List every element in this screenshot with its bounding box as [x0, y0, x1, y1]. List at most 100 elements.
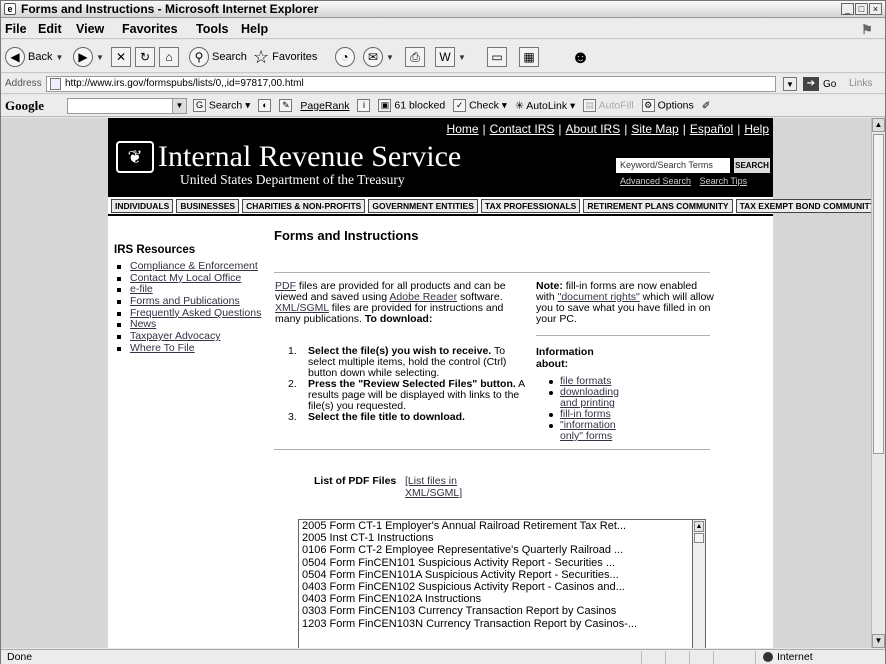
nav-government-entities[interactable]: GOVERNMENT ENTITIES [368, 199, 478, 213]
listbox-scrollbar[interactable]: ▲ [692, 519, 706, 648]
list-item[interactable]: 0106 Form CT-2 Employee Representative's… [299, 544, 692, 556]
nav-businesses[interactable]: BUSINESSES [176, 199, 240, 213]
keyword-search-input[interactable]: Keyword/Search Terms [616, 158, 730, 173]
favorites-button[interactable]: ☆ Favorites [253, 46, 317, 68]
google-toolbar: Google ▼ G Search ▾ ◐ ✎ PageRank i ▣ 61 … [1, 95, 885, 117]
google-logo[interactable]: Google [5, 98, 44, 114]
irs-banner: Home | Contact IRS | About IRS | Site Map | Espa… [108, 118, 773, 196]
popup-blocker[interactable]: ▣ 61 blocked [378, 99, 445, 112]
link-espanol[interactable]: Español [690, 122, 733, 136]
address-input[interactable]: http://www.irs.gov/formspubs/lists/0,,id… [46, 76, 776, 92]
menu-tools[interactable]: Tools [196, 22, 228, 36]
scroll-thumb[interactable] [873, 134, 884, 454]
go-button[interactable]: ➔ Go [803, 77, 836, 91]
dropdown-arrow-icon: ▼ [96, 52, 104, 62]
sidebar-link-faq[interactable]: Frequently Asked Questions [130, 307, 261, 319]
information-only-forms-link[interactable]: "information only" forms [560, 419, 616, 442]
messenger-button[interactable]: ☻ [571, 46, 590, 68]
link-home[interactable]: Home [447, 122, 479, 136]
sidebar-link-where-to-file[interactable]: Where To File [130, 342, 195, 354]
advanced-search-link[interactable]: Advanced Search [620, 176, 691, 186]
dropdown-arrow-icon[interactable]: ▼ [172, 99, 186, 113]
highlight-icon[interactable]: ✐ [702, 100, 711, 112]
sidebar-link-efile[interactable]: e-file [130, 283, 153, 296]
menu-view[interactable]: View [76, 22, 104, 36]
downloading-printing-link[interactable]: downloading and printing [560, 386, 619, 409]
window-title: Forms and Instructions - Microsoft Inter… [21, 2, 319, 16]
scroll-down-icon[interactable]: ▼ [872, 634, 885, 648]
scroll-up-icon[interactable]: ▲ [872, 118, 885, 132]
sidebar-link-compliance[interactable]: Compliance & Enforcement [130, 260, 258, 272]
maximize-button[interactable]: □ [855, 3, 868, 15]
research-button[interactable]: ▦ [519, 46, 539, 68]
list-item[interactable]: 2005 Form CT-1 Employer's Annual Railroa… [299, 520, 692, 532]
link-site-map[interactable]: Site Map [631, 122, 678, 136]
search-button[interactable]: ⚲ Search [189, 46, 247, 68]
irs-search-button[interactable]: SEARCH [734, 158, 770, 173]
info-icon[interactable]: i [357, 99, 371, 112]
sidebar-link-local-office[interactable]: Contact My Local Office [130, 272, 241, 284]
mail-button[interactable]: ✉ ▼ [363, 46, 394, 68]
edit-button[interactable]: W ▼ [435, 46, 466, 68]
google-search-button[interactable]: G Search ▾ [193, 99, 250, 112]
print-button[interactable]: ⎙ [405, 46, 425, 68]
google-toolbar-items: G Search ▾ ◐ ✎ PageRank i ▣ 61 blocked ✓… [193, 99, 711, 112]
windows-logo-icon: ⚑ [861, 22, 873, 37]
sidebar-link-taxpayer-advocacy[interactable]: Taxpayer Advocacy [130, 330, 220, 342]
link-help[interactable]: Help [744, 122, 769, 136]
page-scrollbar[interactable]: ▲ ▼ [871, 118, 885, 648]
options-button[interactable]: ⚙ Options [641, 99, 694, 112]
divider [536, 335, 710, 336]
link-about-irs[interactable]: About IRS [566, 122, 621, 136]
discuss-button[interactable]: ▭ [487, 46, 507, 68]
sidebar-item: Where To File [114, 342, 264, 355]
home-button[interactable]: ⌂ [159, 46, 179, 68]
nav-retirement-plans[interactable]: RETIREMENT PLANS COMMUNITY [583, 199, 733, 213]
news-icon[interactable]: ◐ [258, 99, 272, 112]
autolink-button[interactable]: ✳ AutoLink ▾ [515, 100, 575, 112]
print-icon: ⎙ [405, 47, 425, 67]
list-item[interactable]: 0504 Form FinCEN101A Suspicious Activity… [299, 569, 692, 581]
refresh-icon: ↻ [135, 47, 155, 67]
nav-individuals[interactable]: INDIVIDUALS [111, 199, 174, 213]
list-item[interactable]: 0403 Form FinCEN102 Suspicious Activity … [299, 581, 692, 593]
back-button[interactable]: ◀ Back ▼ [5, 46, 63, 68]
list-item[interactable]: 2005 Inst CT-1 Instructions [299, 532, 692, 544]
spell-check-button[interactable]: ✓ Check ▾ [453, 99, 507, 112]
links-button[interactable]: Links [849, 78, 872, 89]
list-xml-link[interactable]: [List files in XML/SGML] [405, 475, 462, 499]
scroll-up-icon[interactable]: ▲ [694, 521, 704, 532]
menu-edit[interactable]: Edit [38, 22, 62, 36]
address-dropdown-button[interactable]: ▼ [783, 77, 797, 91]
standard-toolbar: ◀ Back ▼ ▶ ▼ ✕ ↻ ⌂ ⚲ Search ☆ Favorites … [1, 40, 885, 73]
list-item[interactable]: 0403 Form FinCEN102A Instructions [299, 593, 692, 605]
search-tips-link[interactable]: Search Tips [700, 176, 748, 186]
nav-charities[interactable]: CHARITIES & NON-PROFITS [242, 199, 366, 213]
menu-file[interactable]: File [5, 22, 27, 36]
nav-tax-professionals[interactable]: TAX PROFESSIONALS [480, 199, 581, 213]
nav-tax-exempt-bond[interactable]: TAX EXEMPT BOND COMMUNITY [735, 199, 871, 213]
google-search-input[interactable]: ▼ [67, 98, 187, 114]
refresh-button[interactable]: ↻ [135, 46, 155, 68]
forward-button[interactable]: ▶ ▼ [73, 46, 104, 68]
autofill-button[interactable]: ▤ AutoFill [583, 99, 634, 112]
info-list: file formats downloading and printing fi… [548, 376, 619, 442]
sidebar-link-forms-publications[interactable]: Forms and Publications [130, 295, 240, 307]
minimize-button[interactable]: _ [841, 3, 854, 15]
sidebar-link-news[interactable]: News [130, 318, 156, 331]
info-heading: Information about: [536, 346, 594, 370]
close-button[interactable]: × [869, 3, 882, 15]
history-button[interactable]: ◔ [335, 46, 355, 68]
irs-eagle-logo-icon: ❦ [116, 141, 154, 173]
list-item[interactable]: 1203 Form FinCEN103N Currency Transactio… [299, 618, 692, 630]
link-contact-irs[interactable]: Contact IRS [490, 122, 555, 136]
list-item: downloading and printing [548, 387, 619, 409]
menu-favorites[interactable]: Favorites [122, 22, 178, 36]
pagerank-icon[interactable]: ✎ [279, 99, 293, 112]
menu-help[interactable]: Help [241, 22, 268, 36]
pdf-file-listbox[interactable]: 2005 Form CT-1 Employer's Annual Railroa… [298, 519, 692, 648]
stop-button[interactable]: ✕ [111, 46, 131, 68]
list-item[interactable]: 0303 Form FinCEN103 Currency Transaction… [299, 605, 692, 617]
scroll-thumb[interactable] [694, 533, 704, 543]
list-item[interactable]: 0504 Form FinCEN101 Suspicious Activity … [299, 557, 692, 569]
